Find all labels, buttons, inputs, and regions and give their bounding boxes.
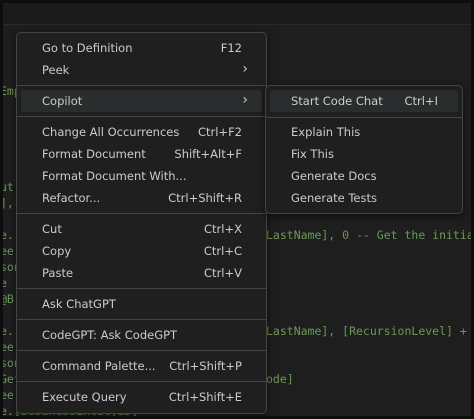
menu-item-label: Fix This — [291, 147, 334, 161]
menu-item-shortcut: Ctrl+C — [203, 244, 242, 258]
menu-item-copy[interactable]: Copy Ctrl+C — [21, 240, 262, 262]
code-fragment: ee — [0, 340, 14, 354]
menu-item-label: Execute Query — [42, 390, 127, 404]
menu-item-format-document[interactable]: Format Document Shift+Alt+F — [21, 143, 262, 165]
menu-separator — [17, 319, 266, 320]
menu-item-label: Copy — [42, 244, 72, 258]
menu-item-shortcut: Ctrl+V — [204, 266, 242, 280]
menu-item-peek[interactable]: Peek › — [21, 59, 262, 81]
copilot-submenu: Start Code Chat Ctrl+I Explain This Fix … — [265, 85, 463, 214]
menu-item-shortcut: F12 — [220, 41, 242, 55]
code-fragment: e. — [0, 228, 14, 242]
menu-separator — [266, 117, 462, 118]
menu-separator — [17, 85, 266, 86]
menu-item-shortcut: Ctrl+F2 — [197, 125, 242, 139]
code-fragment: ], — [0, 196, 14, 210]
submenu-item-generate-tests[interactable]: Generate Tests — [270, 187, 458, 209]
menu-item-command-palette[interactable]: Command Palette... Ctrl+Shift+P — [21, 355, 262, 377]
menu-item-label: Cut — [42, 222, 62, 236]
menu-item-copilot[interactable]: Copilot › — [21, 90, 262, 112]
menu-item-label: Explain This — [291, 125, 361, 139]
menu-separator — [17, 116, 266, 117]
submenu-item-explain-this[interactable]: Explain This — [270, 121, 458, 143]
menu-item-format-document-with[interactable]: Format Document With... — [21, 165, 262, 187]
code-fragment: ee — [0, 388, 14, 402]
code-fragment: @B — [0, 292, 14, 306]
menu-item-execute-query[interactable]: Execute Query Ctrl+Shift+E — [21, 386, 262, 408]
menu-separator — [17, 213, 266, 214]
code-line: LastName], 0 -- Get the initial — [266, 228, 474, 242]
menu-item-label: Copilot — [42, 94, 83, 108]
code-line: LastName], [RecursionLevel] + 1 — [266, 324, 474, 338]
menu-item-shortcut: Ctrl+Shift+P — [169, 359, 242, 373]
menu-item-go-to-definition[interactable]: Go to Definition F12 — [21, 37, 262, 59]
menu-item-shortcut: Shift+Alt+F — [174, 147, 242, 161]
menu-item-label: Generate Docs — [291, 169, 377, 183]
code-line: ode] — [266, 372, 294, 386]
menu-item-label: Start Code Chat — [291, 94, 383, 108]
code-fragment: e — [0, 276, 7, 290]
menu-item-cut[interactable]: Cut Ctrl+X — [21, 218, 262, 240]
editor-tab-bar — [0, 0, 474, 25]
code-fragment: ut — [0, 180, 14, 194]
menu-item-shortcut: Ctrl+I — [404, 94, 439, 108]
menu-item-label: Paste — [42, 266, 74, 280]
menu-item-label: Refactor... — [42, 191, 101, 205]
menu-item-label: Format Document With... — [42, 169, 187, 183]
code-fragment: ee — [0, 244, 14, 258]
menu-separator — [17, 381, 266, 382]
menu-item-codegpt[interactable]: CodeGPT: Ask CodeGPT — [21, 324, 262, 346]
menu-separator — [17, 350, 266, 351]
menu-item-change-all-occurrences[interactable]: Change All Occurrences Ctrl+F2 — [21, 121, 262, 143]
menu-item-label: Command Palette... — [42, 359, 156, 373]
menu-item-ask-chatgpt[interactable]: Ask ChatGPT — [21, 293, 262, 315]
submenu-item-start-code-chat[interactable]: Start Code Chat Ctrl+I — [270, 90, 458, 112]
menu-item-label: Format Document — [42, 147, 146, 161]
editor-context-menu: Go to Definition F12 Peek › Copilot › Ch… — [16, 32, 267, 414]
code-fragment: e. — [0, 324, 14, 338]
menu-item-label: Go to Definition — [42, 41, 133, 55]
chevron-right-icon: › — [242, 92, 248, 108]
menu-item-label: CodeGPT: Ask CodeGPT — [42, 328, 178, 342]
menu-item-shortcut: Ctrl+X — [204, 222, 242, 236]
menu-separator — [17, 288, 266, 289]
menu-item-label: Ask ChatGPT — [42, 297, 116, 311]
submenu-item-fix-this[interactable]: Fix This — [270, 143, 458, 165]
chevron-right-icon: › — [242, 61, 248, 77]
menu-item-label: Peek — [42, 63, 70, 77]
submenu-item-generate-docs[interactable]: Generate Docs — [270, 165, 458, 187]
menu-item-shortcut: Ctrl+Shift+R — [168, 191, 242, 205]
menu-item-paste[interactable]: Paste Ctrl+V — [21, 262, 262, 284]
menu-item-label: Generate Tests — [291, 191, 378, 205]
menu-item-refactor[interactable]: Refactor... Ctrl+Shift+R — [21, 187, 262, 209]
menu-item-shortcut: Ctrl+Shift+E — [168, 390, 242, 404]
menu-item-label: Change All Occurrences — [42, 125, 180, 139]
